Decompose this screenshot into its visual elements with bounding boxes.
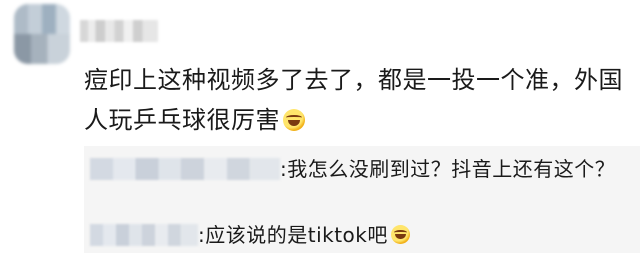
comment-text: 痘印上这种视频多了去了，都是一投一个准，外国人玩乒乓球很厉害 [84,60,632,140]
reply-text: :应该说的是tiktok吧 [198,223,388,247]
reply-item: :应该说的是tiktok吧 [90,220,630,250]
laughing-emoji-icon [390,225,410,244]
username-blurred[interactable] [80,20,158,42]
reply-item: :我怎么没刷到过？抖音上还有这个？ [90,154,630,184]
reply-username-blurred[interactable] [90,158,280,180]
laughing-emoji-icon [283,109,305,131]
avatar[interactable] [14,4,70,64]
reply-text: :我怎么没刷到过？抖音上还有这个？ [280,157,616,181]
reply-username-blurred[interactable] [90,224,198,246]
replies-box: :我怎么没刷到过？抖音上还有这个？ :应该说的是tiktok吧 [84,146,640,253]
comment-body: 痘印上这种视频多了去了，都是一投一个准，外国人玩乒乓球很厉害 [84,66,623,134]
